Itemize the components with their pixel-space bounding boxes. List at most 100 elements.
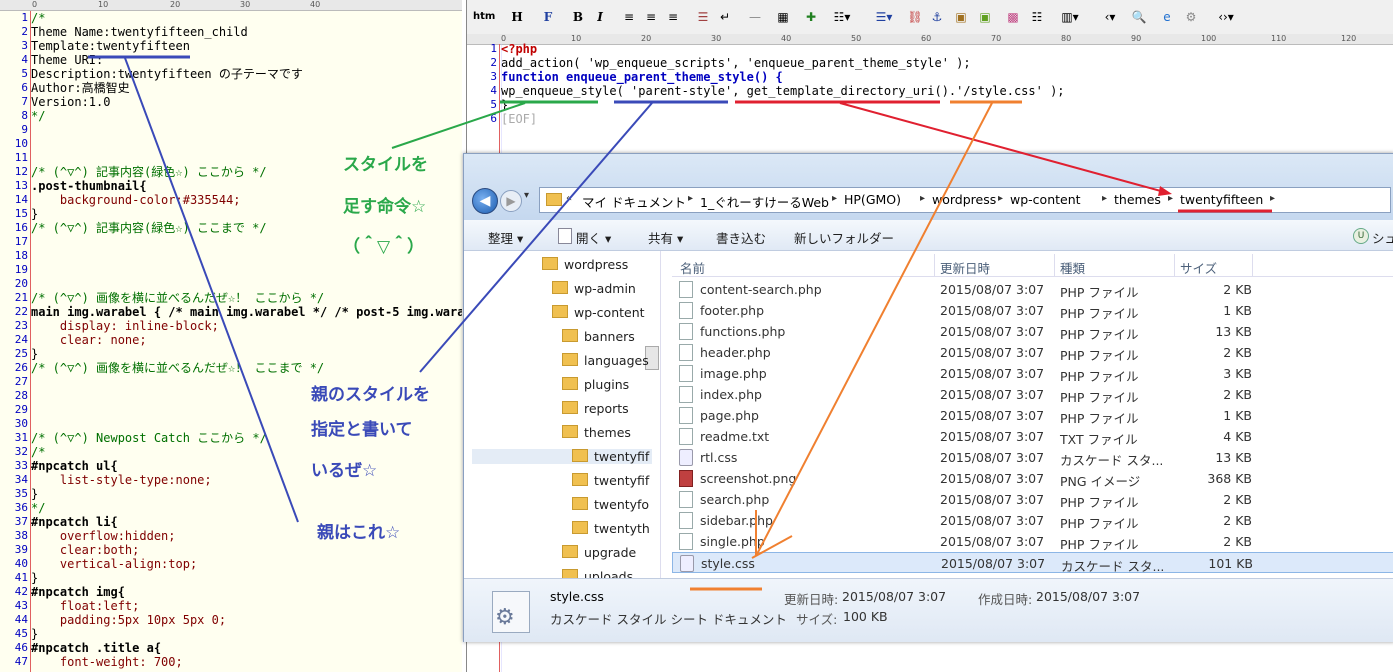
- file-row[interactable]: search.php 2015/08/07 3:07 PHP ファイル 2 KB: [672, 489, 1393, 510]
- folder-icon: [542, 257, 558, 270]
- file-date: 2015/08/07 3:07: [940, 408, 1045, 423]
- file-row[interactable]: screenshot.png 2015/08/07 3:07 PNG イメージ 368…: [672, 468, 1393, 489]
- breadcrumb-chevron-icon[interactable]: ▸: [832, 193, 837, 204]
- breadcrumb-item[interactable]: twentyfifteen: [1180, 192, 1263, 207]
- tree-item-label: twentyfif: [594, 449, 650, 464]
- tree-item[interactable]: wp-admin: [552, 281, 636, 296]
- code-tag-icon[interactable]: ‹›▾: [1211, 8, 1241, 26]
- tree-item[interactable]: wp-content: [552, 305, 645, 320]
- table-icon[interactable]: ▦: [775, 8, 791, 26]
- html-tool-button[interactable]: htm: [473, 8, 495, 26]
- less-than-icon[interactable]: ‹▾: [1097, 8, 1123, 26]
- line-number: 2: [21, 25, 28, 38]
- align-center-icon[interactable]: ≡: [643, 8, 659, 26]
- preview-icon[interactable]: 🔍: [1131, 8, 1147, 26]
- file-row[interactable]: style.css 2015/08/07 3:07 カスケード スタ... 101 K…: [672, 552, 1393, 574]
- breadcrumb-chevron-icon[interactable]: ▸: [1102, 193, 1107, 204]
- ruler-mark: 110: [1271, 34, 1287, 43]
- user-menu-button[interactable]: シュ: [1372, 228, 1393, 247]
- history-dropdown-icon[interactable]: ▾: [524, 190, 529, 201]
- tree-item[interactable]: twentyfo: [572, 497, 649, 512]
- ruler-mark: 30: [240, 0, 251, 9]
- breadcrumb-chevron-icon[interactable]: ▸: [688, 193, 693, 204]
- file-row[interactable]: index.php 2015/08/07 3:07 PHP ファイル 2 KB: [672, 384, 1393, 405]
- file-row[interactable]: header.php 2015/08/07 3:07 PHP ファイル 2 KB: [672, 342, 1393, 363]
- annotation-blue-4: 親はこれ☆: [317, 523, 401, 543]
- breadcrumb-item[interactable]: wordpress: [932, 192, 996, 207]
- line-number: 46: [14, 641, 28, 654]
- burn-button[interactable]: 書き込む: [716, 228, 766, 247]
- open-button[interactable]: 開く ▾: [576, 228, 611, 247]
- file-row[interactable]: page.php 2015/08/07 3:07 PHP ファイル 1 KB: [672, 405, 1393, 426]
- font-tool-button[interactable]: F: [539, 8, 557, 26]
- horizontal-rule-icon[interactable]: —: [747, 8, 763, 26]
- address-bar[interactable]: « マイ ドキュメント ▸ 1_ぐれーすけーるWeb ▸ HP(GMO) ▸ wordpre…: [539, 187, 1391, 213]
- breadcrumb-chevron-icon[interactable]: ▸: [1168, 193, 1173, 204]
- left-editor-pane[interactable]: 0 10 20 30 40 1/* 2 Theme Name:twentyfifte…: [0, 0, 462, 672]
- file-size: 101 KB: [1208, 556, 1253, 571]
- back-arrow-icon[interactable]: ◀: [472, 188, 498, 214]
- file-row[interactable]: rtl.css 2015/08/07 3:07 カスケード スタ... 13 KB: [672, 447, 1393, 468]
- file-row[interactable]: sidebar.php 2015/08/07 3:07 PHP ファイル 2 KB: [672, 510, 1393, 531]
- tree-item[interactable]: themes: [562, 425, 631, 440]
- tree-item[interactable]: upgrade: [562, 545, 636, 560]
- file-explorer-window[interactable]: ◀ ▶ ▾ « マイ ドキュメント ▸ 1_ぐれーすけーるWeb ▸ HP(GMO) ▸ w…: [463, 153, 1393, 642]
- file-row[interactable]: content-search.php 2015/08/07 3:07 PHP ファイ…: [672, 279, 1393, 300]
- breadcrumb-item[interactable]: HP(GMO): [844, 192, 901, 207]
- forward-arrow-icon[interactable]: ▶: [500, 190, 522, 212]
- tree-item[interactable]: banners: [562, 329, 635, 344]
- breadcrumb-overflow-icon[interactable]: «: [566, 193, 572, 204]
- column-name[interactable]: 名前: [680, 258, 705, 277]
- file-type: PHP ファイル: [1060, 306, 1139, 321]
- italic-button[interactable]: I: [591, 8, 609, 26]
- color-palette-icon[interactable]: ▩: [1005, 8, 1021, 26]
- bullet-list-icon[interactable]: ☰▾: [871, 8, 897, 26]
- breadcrumb-chevron-icon[interactable]: ▸: [920, 193, 925, 204]
- column-size[interactable]: サイズ: [1180, 258, 1217, 277]
- insert-column-icon[interactable]: ✚: [803, 8, 819, 26]
- image-icon[interactable]: ▣: [953, 8, 969, 26]
- tree-item[interactable]: plugins: [562, 377, 629, 392]
- link-icon[interactable]: ⛓: [907, 8, 923, 26]
- breadcrumb-item[interactable]: wp-content: [1010, 192, 1081, 207]
- breadcrumb-item[interactable]: 1_ぐれーすけーるWeb: [700, 192, 829, 211]
- line-break-icon[interactable]: ↵: [717, 8, 733, 26]
- organize-button[interactable]: 整理 ▾: [488, 228, 523, 247]
- file-row[interactable]: footer.php 2015/08/07 3:07 PHP ファイル 1 KB: [672, 300, 1393, 321]
- heading-tool-button[interactable]: H: [503, 8, 531, 26]
- breadcrumb-chevron-icon[interactable]: ▸: [998, 193, 1003, 204]
- file-row[interactable]: readme.txt 2015/08/07 3:07 TXT ファイル 4 KB: [672, 426, 1393, 447]
- tree-item[interactable]: languages: [562, 353, 649, 368]
- list-icon[interactable]: ☷▾: [831, 8, 853, 26]
- tree-item[interactable]: reports: [562, 401, 629, 416]
- align-right-icon[interactable]: ≡: [665, 8, 681, 26]
- bold-button[interactable]: B: [569, 8, 587, 26]
- tree-item[interactable]: twentyth: [572, 521, 650, 536]
- ruler-mark: 50: [851, 34, 862, 43]
- new-folder-button[interactable]: 新しいフォルダー: [794, 228, 894, 247]
- tools-icon[interactable]: ⚙: [1183, 8, 1199, 26]
- breadcrumb-item[interactable]: マイ ドキュメント: [582, 192, 686, 211]
- align-left-icon[interactable]: ≡: [621, 8, 637, 26]
- column-type[interactable]: 種類: [1060, 258, 1085, 277]
- user-icon: U: [1353, 228, 1369, 244]
- share-button[interactable]: 共有 ▾: [648, 228, 683, 247]
- tree-item[interactable]: wordpress: [542, 257, 628, 272]
- line-number: 15: [14, 207, 28, 220]
- paragraph-icon[interactable]: ☰: [695, 8, 711, 26]
- breadcrumb-chevron-icon[interactable]: ▸: [1270, 193, 1275, 204]
- file-row[interactable]: functions.php 2015/08/07 3:07 PHP ファイル 13 K…: [672, 321, 1393, 342]
- navigation-pane[interactable]: wordpress wp-admin wp-content banners langua…: [464, 251, 661, 584]
- file-row[interactable]: single.php 2015/08/07 3:07 PHP ファイル 2 KB: [672, 531, 1393, 552]
- picture-icon[interactable]: ▣: [977, 8, 993, 26]
- file-icon: [679, 386, 693, 403]
- file-row[interactable]: image.php 2015/08/07 3:07 PHP ファイル 3 KB: [672, 363, 1393, 384]
- layout-icon[interactable]: ▥▾: [1057, 8, 1083, 26]
- tree-item[interactable]: twentyfif: [572, 473, 649, 488]
- tree-item[interactable]: twentyfif: [472, 449, 652, 464]
- browser-icon[interactable]: e: [1159, 8, 1175, 26]
- anchor-icon[interactable]: ⚓: [929, 8, 945, 26]
- form-icon[interactable]: ☷: [1029, 8, 1045, 26]
- column-date[interactable]: 更新日時: [940, 258, 990, 277]
- breadcrumb-item[interactable]: themes: [1114, 192, 1161, 207]
